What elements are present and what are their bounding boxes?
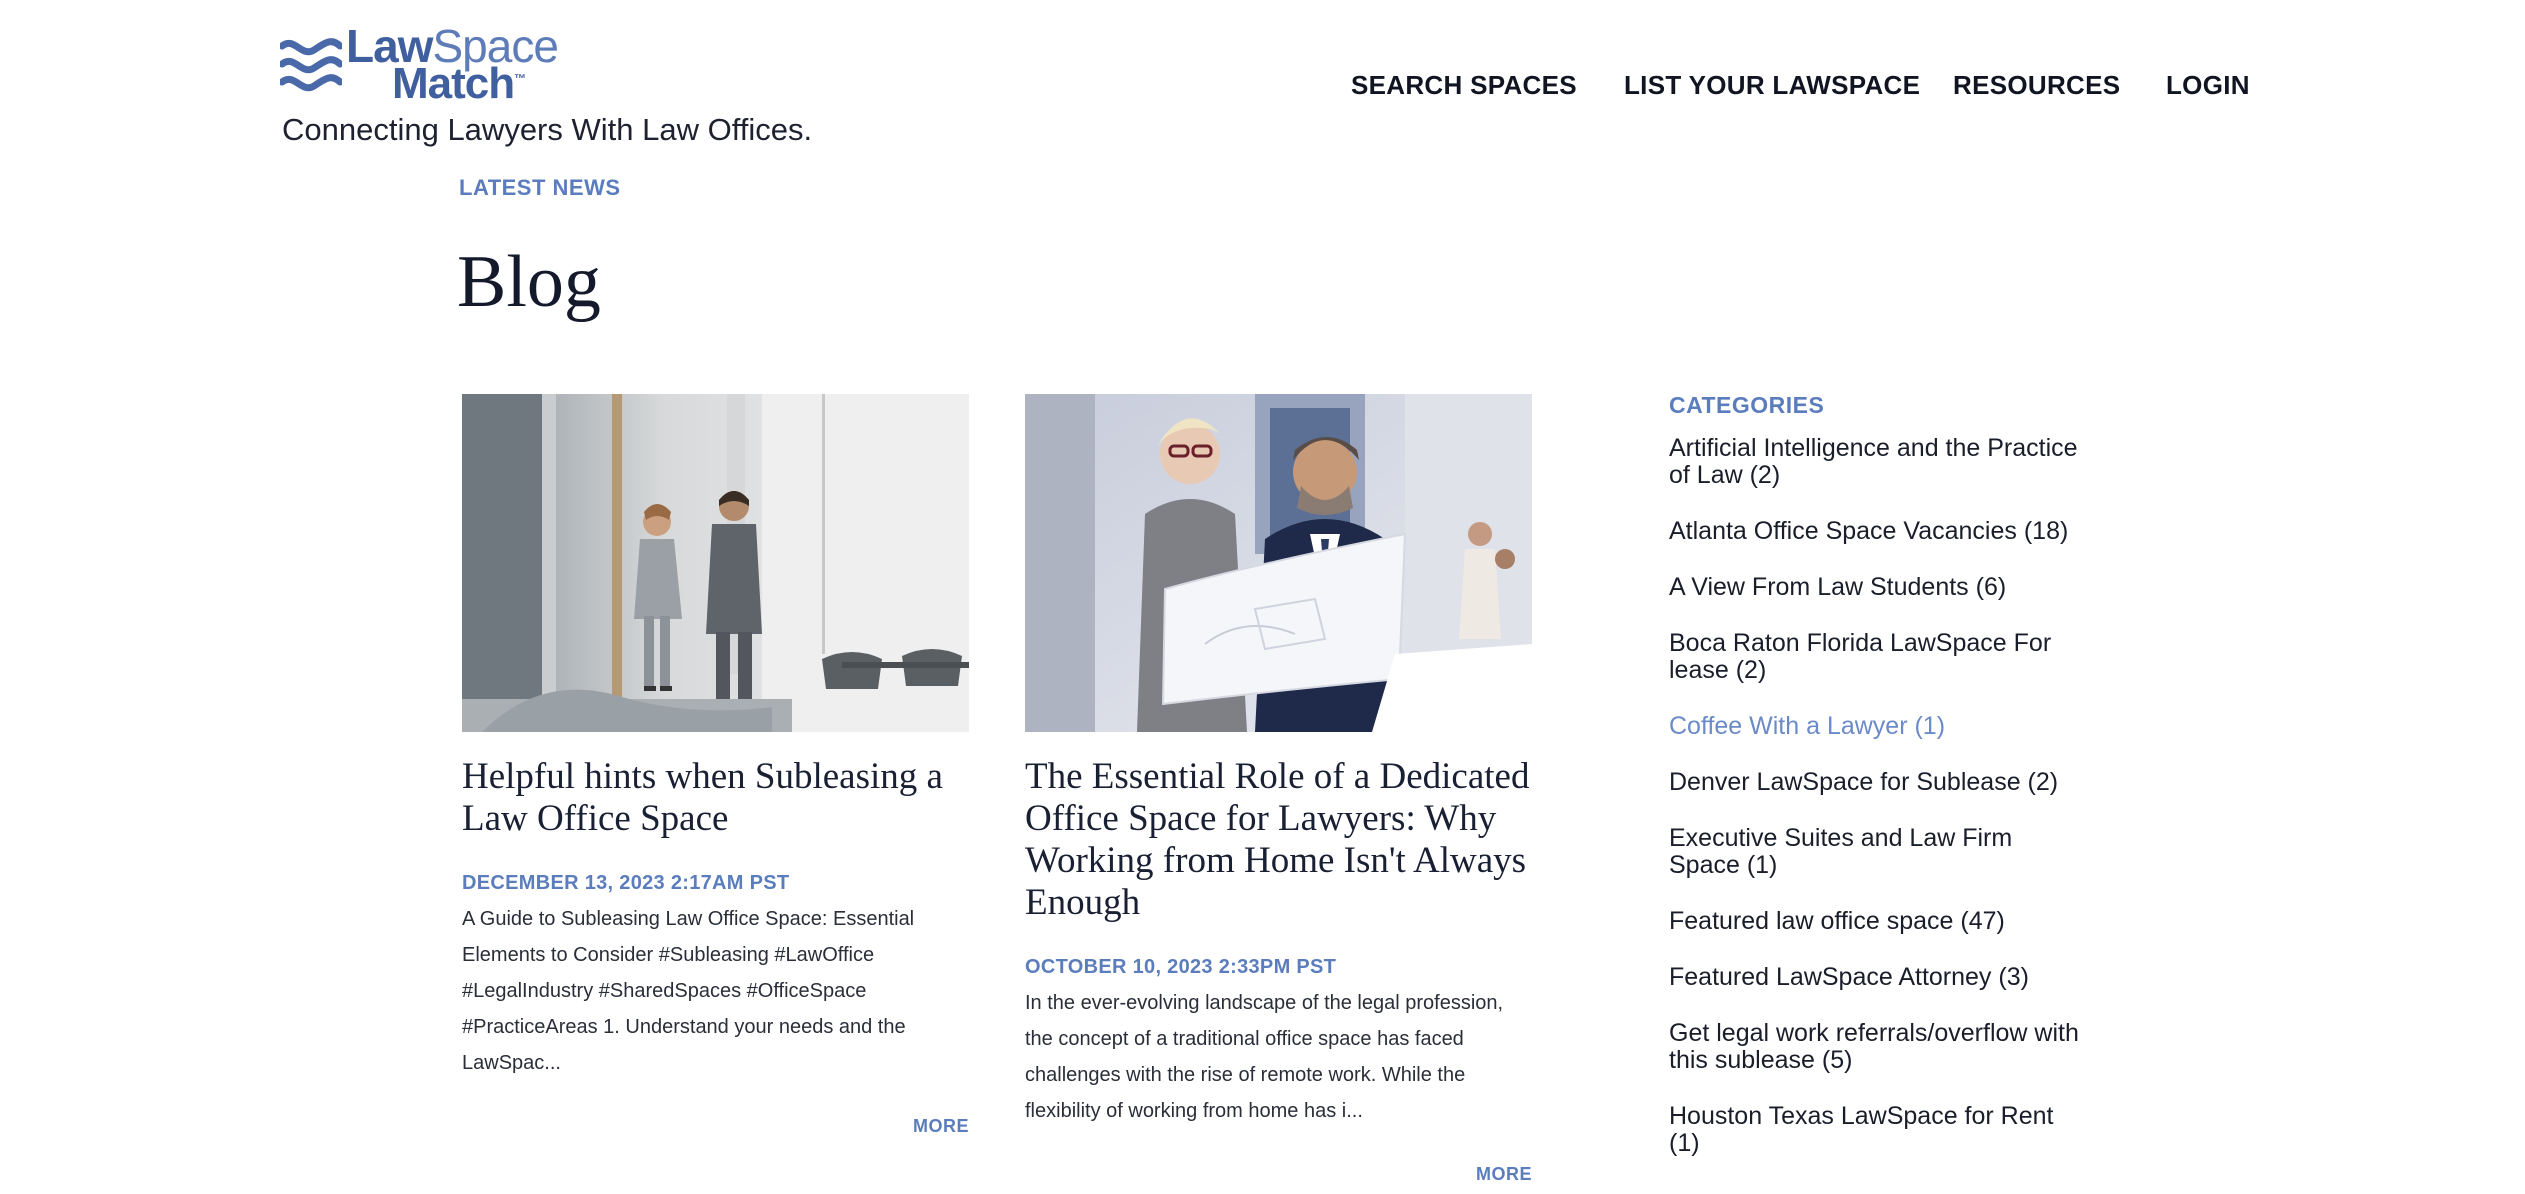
post-excerpt: In the ever-evolving landscape of the le… (1025, 992, 1504, 1122)
category-link[interactable]: Get legal work referrals/overflow with t… (1669, 1020, 2089, 1074)
post-excerpt: A Guide to Subleasing Law Office Space: … (462, 908, 915, 1074)
nav-list-your-lawspace[interactable]: LIST YOUR LAWSPACE (1624, 70, 1920, 101)
blog-post-card: Helpful hints when Subleasing a Law Offi… (462, 394, 969, 1136)
nav-search-spaces[interactable]: SEARCH SPACES (1351, 70, 1577, 101)
category-link[interactable]: Denver LawSpace for Sublease (2) (1669, 769, 2089, 796)
latest-news-eyebrow: LATEST NEWS (459, 175, 621, 200)
category-link[interactable]: Atlanta Office Space Vacancies (18) (1669, 518, 2089, 545)
category-link[interactable]: A View From Law Students (6) (1669, 574, 2089, 601)
nav-resources[interactable]: RESOURCES (1953, 70, 2120, 101)
post-date: OCTOBER 10, 2023 2:33PM PST (1025, 956, 1337, 978)
blog-post-card: The Essential Role of a Dedicated Office… (1025, 394, 1532, 1184)
category-link[interactable]: Boca Raton Florida LawSpace For lease (2… (1669, 630, 2089, 684)
nav-login[interactable]: LOGIN (2166, 70, 2250, 101)
post-title[interactable]: Helpful hints when Subleasing a Law Offi… (462, 756, 969, 840)
post-image-office-meeting[interactable] (462, 394, 969, 732)
logo-trademark: ™ (514, 71, 526, 86)
categories-heading: CATEGORIES (1669, 392, 1825, 418)
post-image-coworkers-blueprint[interactable] (1025, 394, 1532, 732)
category-link[interactable]: Featured LawSpace Attorney (3) (1669, 964, 2089, 991)
category-link-active[interactable]: Coffee With a Lawyer (1) (1669, 713, 2089, 740)
post-title[interactable]: The Essential Role of a Dedicated Office… (1025, 756, 1532, 924)
page-title: Blog (457, 241, 601, 323)
post-date: DECEMBER 13, 2023 2:17AM PST (462, 872, 790, 894)
logo-wordmark: LawSpace Match™ (346, 23, 559, 105)
category-link[interactable]: Houston Texas LawSpace for Rent (1) (1669, 1103, 2089, 1157)
site-logo[interactable]: LawSpace Match™ (280, 23, 559, 105)
category-link[interactable]: Executive Suites and Law Firm Space (1) (1669, 825, 2089, 879)
logo-word-match: Match (392, 58, 515, 108)
category-link[interactable]: Featured law office space (47) (1669, 908, 2089, 935)
site-tagline: Connecting Lawyers With Law Offices. (282, 112, 813, 147)
post-more-link[interactable]: MORE (913, 1116, 969, 1137)
categories-sidebar: CATEGORIES Artificial Intelligence and t… (1669, 392, 2089, 1186)
category-link[interactable]: Artificial Intelligence and the Practice… (1669, 435, 2089, 489)
logo-wave-icon (280, 38, 342, 92)
post-more-link[interactable]: MORE (1476, 1164, 1532, 1185)
